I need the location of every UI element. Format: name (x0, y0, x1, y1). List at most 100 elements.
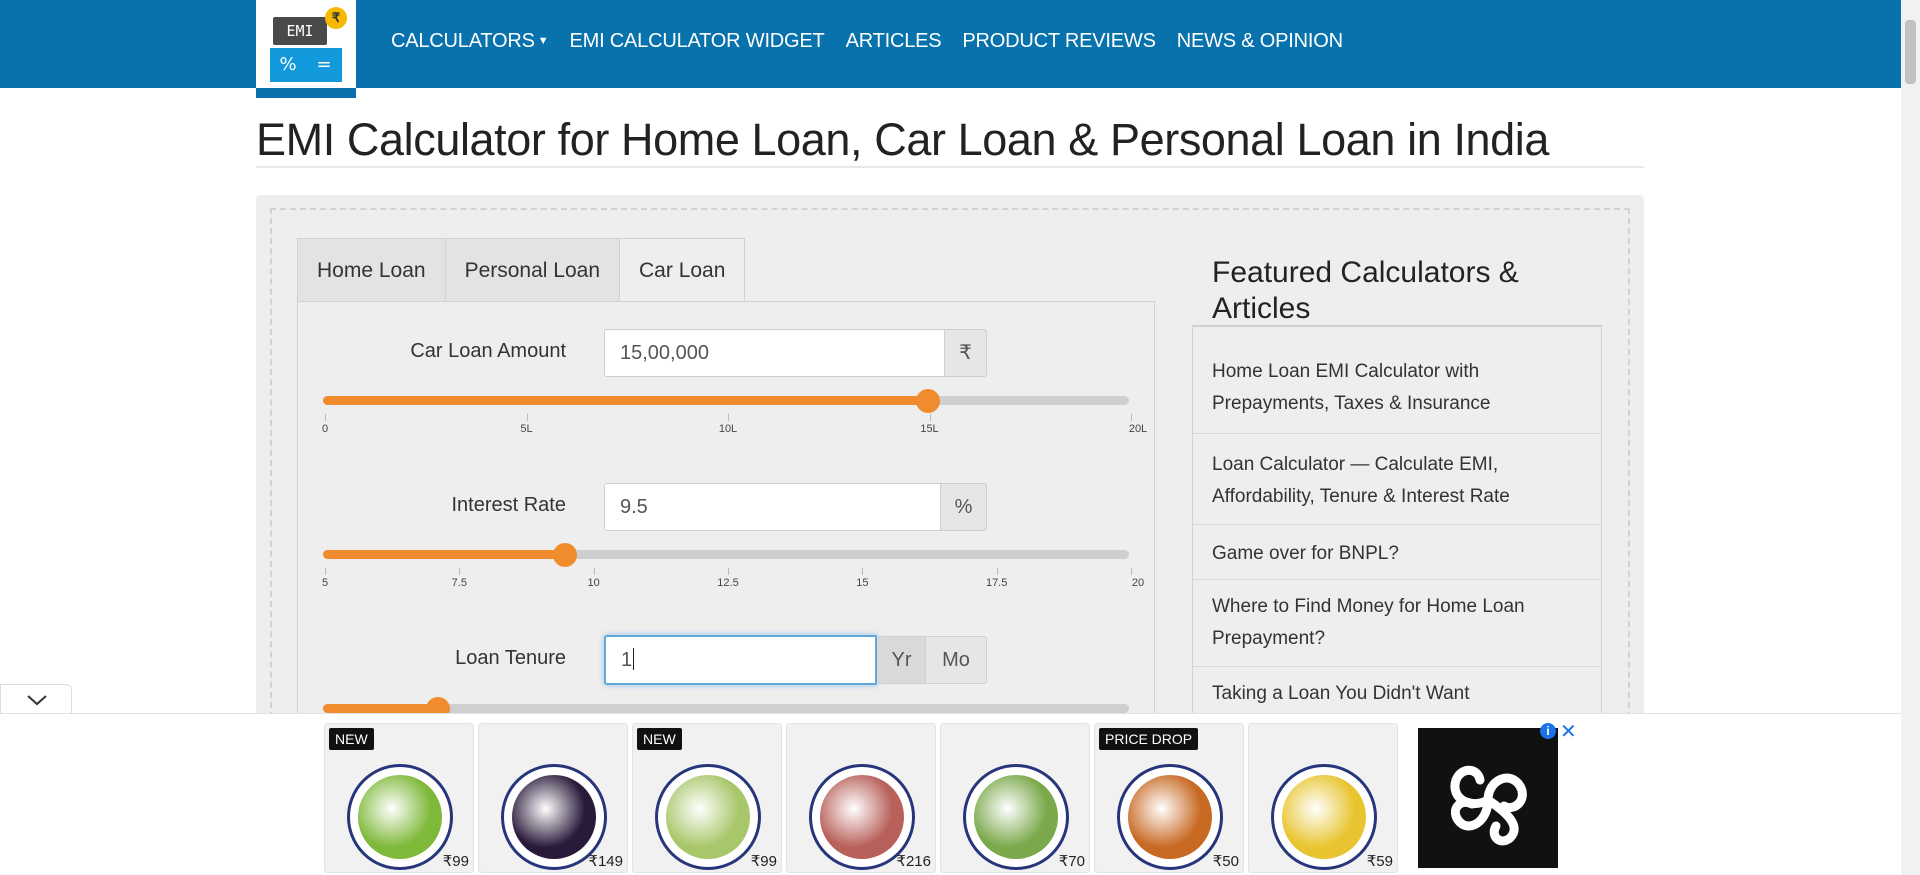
ad-price: ₹99 (750, 853, 777, 870)
slider-tick-mark (929, 414, 931, 421)
slider-tick-label: 7.5 (451, 577, 467, 589)
logo-keypad: % = (270, 48, 342, 82)
ad-product-card[interactable]: ₹216 (786, 723, 936, 873)
slider-tick-mark (728, 414, 729, 421)
ad-info-icon[interactable]: i (1540, 723, 1556, 739)
loan-tenure-label: Loan Tenure (455, 647, 566, 669)
ad-badge: PRICE DROP (1099, 728, 1199, 750)
ad-price: ₹99 (442, 853, 469, 870)
ad-price: ₹216 (896, 853, 931, 870)
loan-tenure-input[interactable]: 1 (604, 635, 877, 685)
logo-screen: EMI (273, 17, 327, 45)
slider-tick-label: 15L (920, 423, 939, 435)
interest-rate-input[interactable]: 9.5 (604, 483, 941, 531)
featured-link-bnpl[interactable]: Game over for BNPL? (1193, 525, 1601, 580)
slider-tick-label: 5L (520, 423, 533, 435)
nav-calculators[interactable]: CALCULATORS ▼ (391, 30, 549, 53)
slider-tick-mark (728, 568, 729, 575)
scrollbar-thumb[interactable] (1905, 20, 1916, 84)
product-image (1117, 764, 1223, 870)
fruit-image (512, 775, 596, 859)
tab-car-loan[interactable]: Car Loan (619, 238, 746, 302)
ad-product-card[interactable]: NEW ₹99 (632, 723, 782, 873)
slider-tick-label: 20 (1131, 577, 1145, 589)
nav-product-reviews[interactable]: PRODUCT REVIEWS (962, 30, 1156, 53)
page-title: EMI Calculator for Home Loan, Car Loan &… (256, 114, 1550, 165)
loan-type-tabs: Home Loan Personal Loan Car Loan (297, 238, 746, 302)
slider-tick-label: 15 (856, 577, 869, 589)
ad-price: ₹149 (588, 853, 623, 870)
ad-product-card[interactable]: ₹70 (940, 723, 1090, 873)
rupee-addon: ₹ (945, 329, 987, 377)
slider-tick-mark (325, 568, 326, 575)
ad-badge: NEW (329, 728, 374, 750)
slider-tick-label: 0 (321, 423, 329, 435)
page-scrollbar[interactable] (1901, 0, 1920, 875)
loan-amount-slider-fill (323, 396, 928, 405)
slider-tick-mark (593, 568, 595, 575)
product-image (347, 764, 453, 870)
tenure-month-toggle[interactable]: Mo (926, 636, 987, 684)
interest-rate-slider[interactable] (323, 550, 1129, 559)
loan-amount-slider[interactable] (323, 396, 1129, 405)
fruit-image (974, 775, 1058, 859)
interest-rate-slider-fill (323, 550, 565, 559)
slider-tick-mark (862, 568, 864, 575)
text-cursor (633, 648, 635, 670)
fruit-image (358, 775, 442, 859)
product-image (1271, 764, 1377, 870)
slider-tick-mark (996, 568, 998, 575)
title-divider (256, 166, 1644, 168)
slider-tick-label: 20L (1128, 423, 1148, 435)
nav-news-opinion[interactable]: NEWS & OPINION (1177, 30, 1343, 53)
caret-down-icon: ▼ (537, 35, 549, 47)
triskelion-icon (1450, 765, 1527, 846)
collapse-ad-button[interactable] (0, 684, 72, 714)
tenure-year-toggle[interactable]: Yr (878, 636, 926, 684)
loan-tenure-value: 1 (621, 649, 633, 671)
sponsor-logo[interactable] (1418, 728, 1558, 868)
ad-price: ₹59 (1366, 853, 1393, 870)
percent-addon: % (941, 483, 987, 531)
rupee-coin-icon: ₹ (325, 7, 347, 29)
product-image (963, 764, 1069, 870)
featured-title: Featured Calculators & Articles (1212, 256, 1519, 325)
fruit-image (1128, 775, 1212, 859)
loan-amount-input[interactable]: 15,00,000 (604, 329, 945, 377)
interest-rate-slider-handle[interactable] (552, 543, 577, 567)
featured-link-loan-calculator[interactable]: Loan Calculator — Calculate EMI, Afforda… (1193, 434, 1601, 525)
tab-home-loan[interactable]: Home Loan (297, 238, 445, 302)
slider-tick-mark (526, 414, 528, 421)
loan-tenure-slider-fill (323, 704, 439, 713)
slider-tick-mark (1131, 414, 1132, 421)
ad-product-card[interactable]: NEW ₹99 (324, 723, 474, 873)
fruit-image (666, 775, 750, 859)
featured-link-prepayment[interactable]: Where to Find Money for Home Loan Prepay… (1193, 580, 1601, 667)
slider-tick-mark (1131, 568, 1132, 575)
fruit-image (1282, 775, 1366, 859)
ad-close-icon[interactable]: ✕ (1560, 719, 1577, 744)
tab-personal-loan[interactable]: Personal Loan (444, 238, 620, 302)
ad-product-card[interactable]: ₹149 (478, 723, 628, 873)
logo-underbar (256, 88, 356, 98)
ad-price: ₹70 (1058, 853, 1085, 870)
ad-product-card[interactable]: ₹59 (1248, 723, 1398, 873)
slider-tick-label: 10L (718, 423, 738, 435)
product-image (655, 764, 761, 870)
ad-price: ₹50 (1212, 853, 1239, 870)
nav-articles[interactable]: ARTICLES (846, 30, 942, 53)
ad-product-card[interactable]: PRICE DROP ₹50 (1094, 723, 1244, 873)
slider-tick-label: 17.5 (985, 577, 1008, 589)
nav-emi-widget[interactable]: EMI CALCULATOR WIDGET (569, 30, 824, 53)
nav-calculators-label: CALCULATORS (391, 30, 535, 52)
equals-key-icon: = (316, 54, 332, 75)
featured-link-home-loan-emi[interactable]: Home Loan EMI Calculator with Prepayment… (1193, 330, 1601, 434)
slider-tick-mark (325, 414, 326, 421)
slider-tick-label: 12.5 (717, 577, 739, 589)
loan-amount-slider-handle[interactable] (915, 389, 940, 413)
site-logo[interactable]: EMI ₹ % = (256, 0, 356, 98)
fruit-image (820, 775, 904, 859)
interest-rate-label: Interest Rate (451, 494, 566, 516)
loan-amount-label: Car Loan Amount (410, 340, 566, 362)
ad-badge: NEW (637, 728, 682, 750)
